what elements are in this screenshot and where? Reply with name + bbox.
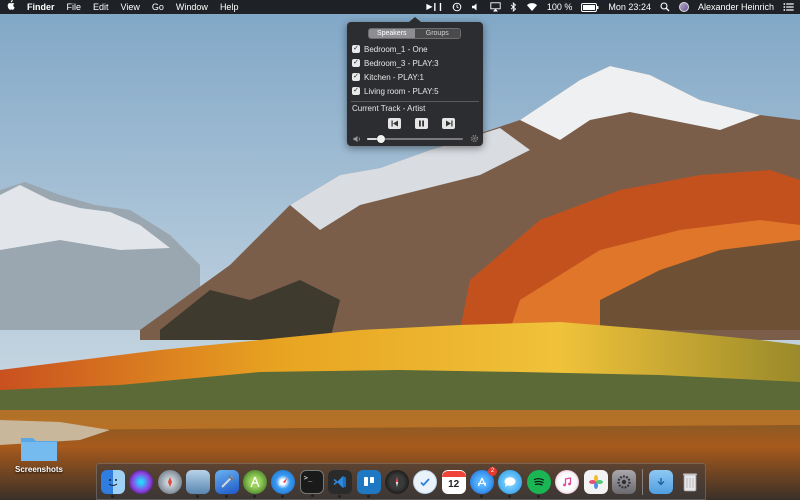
terminal-icon[interactable]: >_ [299,470,324,497]
calendar-day: 12 [448,479,460,490]
speaker-volume-icon [353,135,362,145]
speaker-label: Bedroom_1 - One [364,44,428,54]
volume-control [353,134,479,144]
running-indicator [224,495,228,498]
calendar-icon[interactable]: 12 [441,470,466,494]
speaker-label: Living room - PLAY:5 [364,86,439,96]
xcode-icon[interactable] [214,470,239,498]
menu-go[interactable]: Go [152,0,164,14]
speaker-label: Kitchen - PLAY:1 [364,72,424,82]
speaker-row[interactable]: ✓ Bedroom_1 - One [352,42,478,56]
playback-controls [381,118,462,129]
speaker-row[interactable]: ✓ Bedroom_3 - PLAY:3 [352,56,478,70]
menu-bar: Finder File Edit View Go Window Help ▶❙❙… [0,0,800,14]
itunes-icon[interactable] [555,470,580,494]
play-pause-menu-icon[interactable]: ▶❙❙ [426,0,444,14]
speakers-groups-segmented-control: Speakers Groups [368,28,461,39]
folder-icon [20,434,58,462]
apple-menu-icon[interactable] [6,0,15,15]
user-avatar-icon[interactable] [678,2,689,12]
wifi-icon[interactable] [526,2,538,12]
bluetooth-icon[interactable] [510,2,517,12]
spotlight-search-icon[interactable] [660,2,670,12]
photos-icon[interactable] [583,470,608,494]
dock-items: >_ 12 2 [101,467,706,498]
desktop-folder-screenshots[interactable]: Screenshots [10,434,68,474]
airplay-icon[interactable] [490,2,501,12]
menu-window[interactable]: Window [176,0,208,14]
running-indicator [281,495,285,498]
menu-help[interactable]: Help [220,0,239,14]
pause-button[interactable] [415,118,428,129]
user-name[interactable]: Alexander Heinrich [698,0,774,14]
menu-view[interactable]: View [121,0,140,14]
running-indicator [508,495,512,498]
desktop-icon-label: Screenshots [14,465,64,474]
speaker-checkbox[interactable]: ✓ [352,45,360,53]
speaker-checkbox[interactable]: ✓ [352,59,360,67]
android-studio-icon[interactable] [242,470,267,498]
next-track-button[interactable] [442,118,455,129]
finder-icon[interactable] [101,470,125,498]
running-indicator [480,495,484,498]
compass-icon[interactable] [384,470,409,494]
speaker-row[interactable]: ✓ Kitchen - PLAY:1 [352,70,478,84]
menu-file[interactable]: File [67,0,82,14]
dock-separator [642,469,644,495]
running-indicator [252,495,256,498]
vscode-icon[interactable] [328,470,353,498]
speaker-checkbox[interactable]: ✓ [352,73,360,81]
speaker-row[interactable]: ✓ Living room - PLAY:5 [352,84,478,98]
safari-icon[interactable] [271,470,296,498]
messages-icon[interactable] [498,470,523,498]
battery-icon[interactable] [581,2,599,12]
time-machine-icon[interactable] [452,2,462,12]
volume-slider[interactable] [367,135,463,143]
notification-center-icon[interactable] [783,2,794,12]
preview-icon[interactable] [186,470,211,498]
trash-icon[interactable] [678,470,702,494]
menu-clock[interactable]: Mon 23:24 [608,0,651,14]
volume-icon[interactable] [471,2,481,12]
spotify-icon[interactable] [526,470,551,498]
running-indicator [196,495,200,498]
things-icon[interactable] [413,470,438,494]
speakers-popover: Speakers Groups ✓ Bedroom_1 - One ✓ Bedr… [347,17,483,146]
trello-icon[interactable] [356,470,381,498]
siri-icon[interactable] [129,470,154,494]
downloads-folder-icon[interactable] [649,470,674,494]
running-indicator [536,495,540,498]
speaker-label: Bedroom_3 - PLAY:3 [364,58,439,68]
app-store-icon[interactable]: 2 [470,467,498,498]
divider [351,101,479,102]
gear-icon[interactable] [470,134,479,145]
speaker-list: ✓ Bedroom_1 - One ✓ Bedroom_3 - PLAY:3 ✓… [352,42,478,98]
running-indicator [111,495,114,498]
dock: >_ 12 2 [96,463,706,500]
volume-slider-knob[interactable] [377,135,386,143]
menu-edit[interactable]: Edit [93,0,109,14]
speaker-checkbox[interactable]: ✓ [352,87,360,95]
tab-speakers[interactable]: Speakers [369,29,415,38]
tab-groups[interactable]: Groups [414,29,460,38]
running-indicator [338,495,342,498]
current-track-label: Current Track - Artist [352,104,426,113]
system-preferences-icon[interactable] [612,470,637,494]
app-menu-finder[interactable]: Finder [27,0,55,14]
running-indicator [366,495,370,498]
notification-badge: 2 [488,467,498,476]
running-indicator [310,494,314,497]
launchpad-icon[interactable] [157,470,182,494]
battery-percentage[interactable]: 100 % [547,0,573,14]
previous-track-button[interactable] [388,118,401,129]
